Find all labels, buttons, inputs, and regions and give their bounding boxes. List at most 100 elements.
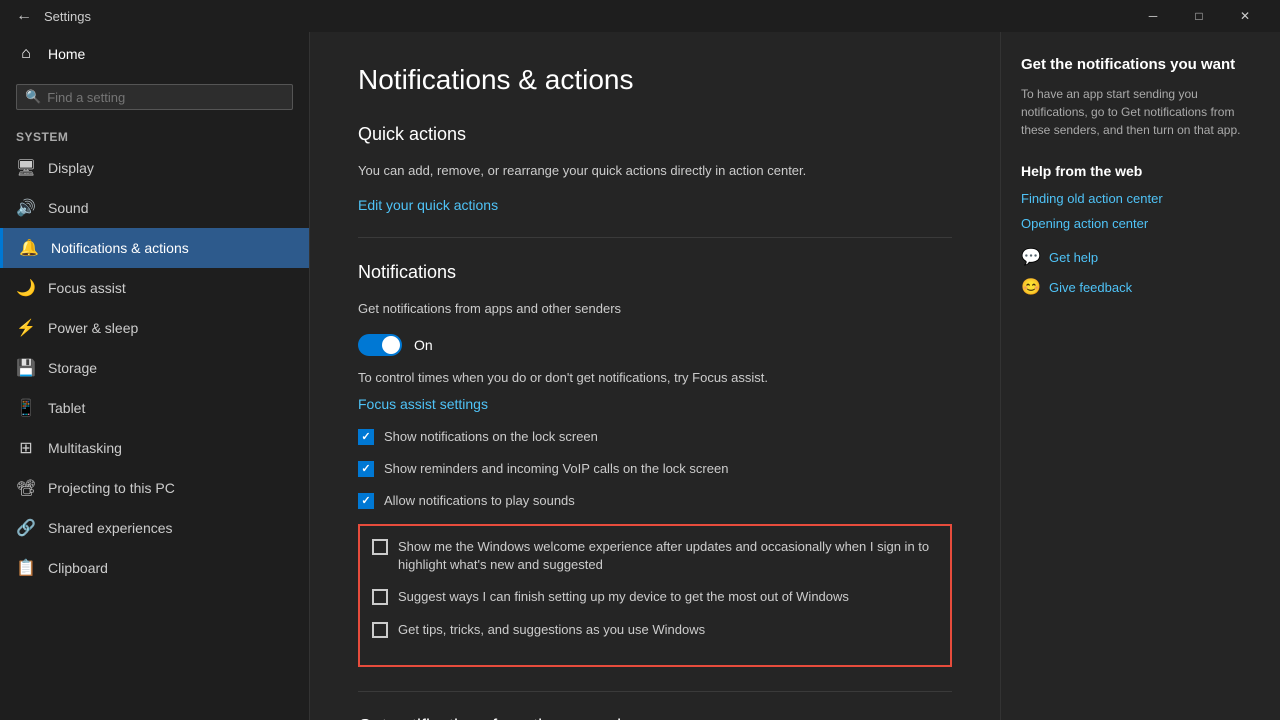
sidebar-item-power[interactable]: ⚡ Power & sleep: [0, 308, 309, 348]
sidebar-item-notifications[interactable]: 🔔 Notifications & actions: [0, 228, 309, 268]
main-layout: ⌂ Home 🔍 System 🖥 Display 🔊 Sound 🔔 Noti…: [0, 32, 1280, 720]
maximize-button[interactable]: □: [1176, 0, 1222, 32]
get-help-label: Get help: [1049, 250, 1098, 265]
sidebar: ⌂ Home 🔍 System 🖥 Display 🔊 Sound 🔔 Noti…: [0, 32, 310, 720]
focus-text: To control times when you do or don't ge…: [358, 368, 952, 388]
toggle-knob: [382, 336, 400, 354]
sidebar-item-sound[interactable]: 🔊 Sound: [0, 188, 309, 228]
checkbox-sounds[interactable]: [358, 493, 374, 509]
titlebar-title: Settings: [44, 9, 1130, 24]
toggle-label: On: [414, 337, 433, 353]
sidebar-item-multitasking[interactable]: ⊞ Multitasking: [0, 428, 309, 468]
checkbox-row-setup: Suggest ways I can finish setting up my …: [372, 588, 938, 606]
notifications-desc: Get notifications from apps and other se…: [358, 299, 952, 319]
focus-icon: 🌙: [16, 278, 36, 298]
page-title: Notifications & actions: [358, 64, 952, 96]
sidebar-item-label: Sound: [48, 200, 88, 216]
checkbox-label-tips: Get tips, tricks, and suggestions as you…: [398, 621, 705, 639]
help-links: 💬 Get help 😊 Give feedback: [1021, 247, 1260, 297]
checkbox-tips[interactable]: [372, 622, 388, 638]
display-icon: 🖥: [16, 158, 36, 178]
checkbox-row-sounds: Allow notifications to play sounds: [358, 492, 952, 510]
sidebar-item-label: Storage: [48, 360, 97, 376]
sidebar-item-label: Clipboard: [48, 560, 108, 576]
projecting-icon: 📽: [16, 478, 36, 498]
checkbox-row-tips: Get tips, tricks, and suggestions as you…: [372, 621, 938, 639]
checkbox-welcome[interactable]: [372, 539, 388, 555]
quick-actions-desc: You can add, remove, or rearrange your q…: [358, 161, 952, 181]
right-panel: Get the notifications you want To have a…: [1000, 32, 1280, 720]
feedback-icon: 😊: [1021, 277, 1041, 297]
sidebar-item-shared[interactable]: 🔗 Shared experiences: [0, 508, 309, 548]
sidebar-item-label: Power & sleep: [48, 320, 138, 336]
sidebar-item-label: Multitasking: [48, 440, 122, 456]
get-notif-senders-title: Get notifications from these senders: [358, 716, 952, 720]
checkbox-reminders[interactable]: [358, 461, 374, 477]
sidebar-item-label: Shared experiences: [48, 520, 173, 536]
notifications-toggle[interactable]: [358, 334, 402, 356]
help-from-web-title: Help from the web: [1021, 163, 1260, 179]
right-panel-title: Get the notifications you want: [1021, 56, 1260, 73]
quick-actions-title: Quick actions: [358, 124, 952, 145]
checkbox-lock-screen[interactable]: [358, 429, 374, 445]
notifications-title: Notifications: [358, 262, 952, 283]
tablet-icon: 📱: [16, 398, 36, 418]
checkbox-label-sounds: Allow notifications to play sounds: [384, 492, 575, 510]
close-button[interactable]: ✕: [1222, 0, 1268, 32]
sidebar-home-label: Home: [48, 46, 85, 62]
sidebar-item-focus[interactable]: 🌙 Focus assist: [0, 268, 309, 308]
checkboxes-group: Show notifications on the lock screen Sh…: [358, 428, 952, 511]
multitasking-icon: ⊞: [16, 438, 36, 458]
checkbox-label-setup: Suggest ways I can finish setting up my …: [398, 588, 849, 606]
divider2: [358, 691, 952, 692]
sidebar-item-tablet[interactable]: 📱 Tablet: [0, 388, 309, 428]
sidebar-item-label: Display: [48, 160, 94, 176]
checkbox-setup[interactable]: [372, 589, 388, 605]
sidebar-item-clipboard[interactable]: 📋 Clipboard: [0, 548, 309, 588]
focus-assist-link[interactable]: Focus assist settings: [358, 396, 488, 412]
shared-icon: 🔗: [16, 518, 36, 538]
notifications-icon: 🔔: [19, 238, 39, 258]
sound-icon: 🔊: [16, 198, 36, 218]
search-icon: 🔍: [25, 89, 41, 105]
opening-link[interactable]: Opening action center: [1021, 216, 1260, 231]
right-panel-desc: To have an app start sending you notific…: [1021, 85, 1260, 139]
sidebar-system-label: System: [0, 118, 309, 148]
sidebar-item-home[interactable]: ⌂ Home: [0, 32, 309, 76]
minimize-button[interactable]: ─: [1130, 0, 1176, 32]
get-help-icon: 💬: [1021, 247, 1041, 267]
feedback-link[interactable]: 😊 Give feedback: [1021, 277, 1260, 297]
checkbox-row-reminders: Show reminders and incoming VoIP calls o…: [358, 460, 952, 478]
notifications-toggle-row: On: [358, 334, 952, 356]
back-button[interactable]: ←: [12, 4, 36, 28]
storage-icon: 💾: [16, 358, 36, 378]
sidebar-item-label: Projecting to this PC: [48, 480, 175, 496]
finding-link-label: Finding old action center: [1021, 191, 1163, 206]
titlebar: ← Settings ─ □ ✕: [0, 0, 1280, 32]
search-input[interactable]: [47, 90, 284, 105]
sidebar-item-storage[interactable]: 💾 Storage: [0, 348, 309, 388]
sidebar-item-label: Focus assist: [48, 280, 126, 296]
clipboard-icon: 📋: [16, 558, 36, 578]
home-icon: ⌂: [16, 44, 36, 64]
highlighted-checkboxes-box: Show me the Windows welcome experience a…: [358, 524, 952, 667]
opening-link-label: Opening action center: [1021, 216, 1148, 231]
sidebar-item-display[interactable]: 🖥 Display: [0, 148, 309, 188]
sidebar-item-label: Notifications & actions: [51, 240, 189, 256]
power-icon: ⚡: [16, 318, 36, 338]
feedback-label: Give feedback: [1049, 280, 1132, 295]
edit-quick-actions-link[interactable]: Edit your quick actions: [358, 197, 498, 213]
checkbox-row-welcome: Show me the Windows welcome experience a…: [372, 538, 938, 574]
get-help-link[interactable]: 💬 Get help: [1021, 247, 1260, 267]
finding-link[interactable]: Finding old action center: [1021, 191, 1260, 206]
window-controls: ─ □ ✕: [1130, 0, 1268, 32]
sidebar-item-projecting[interactable]: 📽 Projecting to this PC: [0, 468, 309, 508]
sidebar-item-label: Tablet: [48, 400, 85, 416]
search-box: 🔍: [16, 84, 293, 110]
checkbox-label-welcome: Show me the Windows welcome experience a…: [398, 538, 938, 574]
checkbox-label-lock-screen: Show notifications on the lock screen: [384, 428, 598, 446]
checkbox-row-lockscreen: Show notifications on the lock screen: [358, 428, 952, 446]
content-area: Notifications & actions Quick actions Yo…: [310, 32, 1000, 720]
checkbox-label-reminders: Show reminders and incoming VoIP calls o…: [384, 460, 728, 478]
divider: [358, 237, 952, 238]
